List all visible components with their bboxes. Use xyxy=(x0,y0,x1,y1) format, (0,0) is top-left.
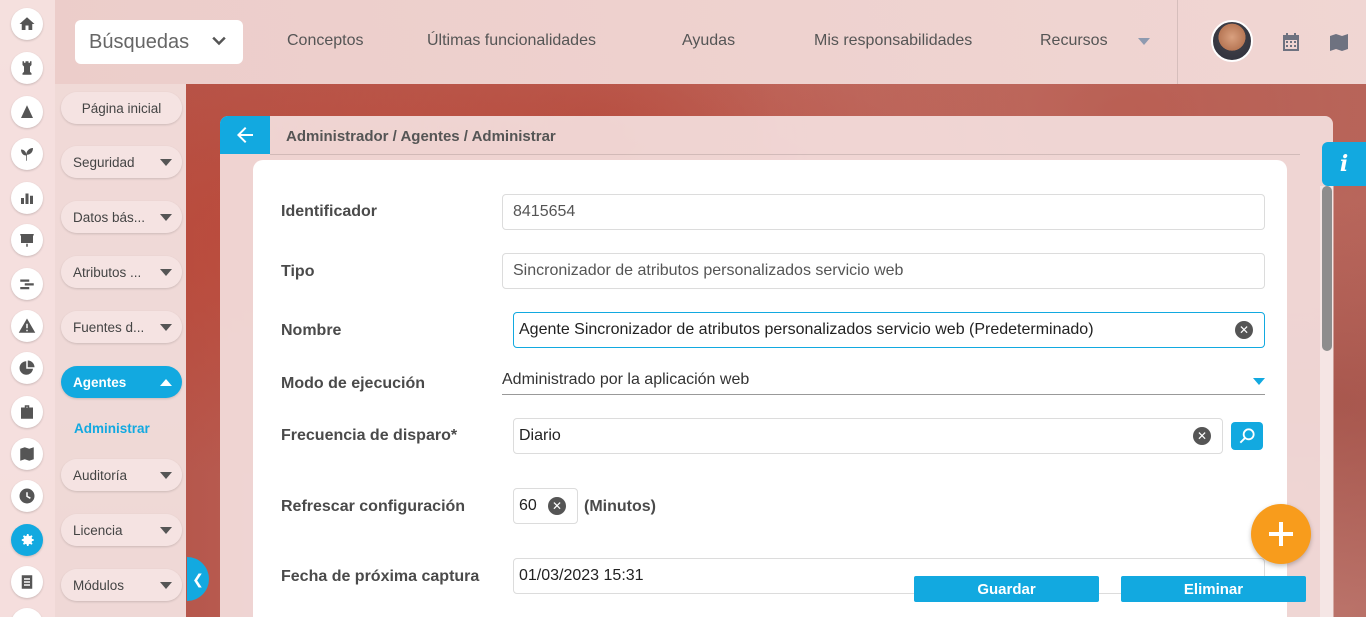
arrow-left-icon xyxy=(237,127,253,143)
tipo-field[interactable]: Sincronizador de atributos personalizado… xyxy=(502,253,1265,289)
clock-icon[interactable] xyxy=(11,480,43,512)
calendar-icon[interactable] xyxy=(1279,30,1303,54)
more-icon[interactable] xyxy=(11,608,43,617)
frecuencia-field[interactable]: Diario xyxy=(513,418,1223,454)
clear-icon[interactable]: ✕ xyxy=(1235,321,1253,339)
caret-down-icon xyxy=(160,269,172,276)
caret-down-icon xyxy=(160,582,172,589)
frecuencia-label: Frecuencia de disparo* xyxy=(281,427,458,444)
nav-recursos[interactable]: Recursos xyxy=(1040,32,1108,50)
sidebar-item-atributos[interactable]: Atributos ... xyxy=(61,256,182,288)
save-button[interactable]: Guardar xyxy=(914,576,1099,602)
map-icon[interactable] xyxy=(11,438,43,470)
clear-icon[interactable]: ✕ xyxy=(548,497,566,515)
sidebar-item-auditoria[interactable]: Auditoría xyxy=(61,459,182,491)
plus-icon xyxy=(1269,522,1293,546)
icon-rail xyxy=(0,0,55,617)
sidebar-subitem-administrar[interactable]: Administrar xyxy=(74,421,150,436)
divider xyxy=(1177,0,1178,84)
modo-ejecucion-select[interactable]: Administrado por la aplicación web xyxy=(502,371,1265,395)
process-lines-icon[interactable] xyxy=(11,268,43,300)
briefcase-icon[interactable] xyxy=(11,396,43,428)
chevron-down-icon xyxy=(212,36,226,46)
refrescar-field[interactable]: 60 xyxy=(513,488,578,524)
delete-button[interactable]: Eliminar xyxy=(1121,576,1306,602)
fecha-label: Fecha de próxima captura xyxy=(281,568,480,585)
refrescar-label: Refrescar configuración xyxy=(281,498,466,515)
caret-down-icon[interactable] xyxy=(1138,38,1150,45)
map-icon[interactable] xyxy=(1327,30,1351,54)
nav-ultimas-funcionalidades[interactable]: Últimas funcionalidades xyxy=(427,32,596,50)
sidebar-item-licencia[interactable]: Licencia xyxy=(61,514,182,546)
nav-ayudas[interactable]: Ayudas xyxy=(682,32,735,50)
refrescar-units: (Minutos) xyxy=(584,498,656,515)
caret-up-icon xyxy=(160,379,172,386)
search-icon xyxy=(1239,428,1255,444)
pyramid-icon[interactable] xyxy=(11,96,43,128)
sidebar-item-modulos[interactable]: Módulos xyxy=(61,569,182,601)
scrollbar-thumb[interactable] xyxy=(1322,186,1332,351)
bar-chart-icon[interactable] xyxy=(11,182,43,214)
sidebar-item-seguridad[interactable]: Seguridad xyxy=(61,146,182,178)
pie-chart-icon[interactable] xyxy=(11,352,43,384)
caret-down-icon xyxy=(160,214,172,221)
tipo-label: Tipo xyxy=(281,263,315,280)
info-button[interactable]: i xyxy=(1322,142,1366,186)
clear-icon[interactable]: ✕ xyxy=(1193,427,1211,445)
caret-down-icon xyxy=(160,324,172,331)
nav-conceptos[interactable]: Conceptos xyxy=(287,32,364,50)
chevron-left-icon: ❮ xyxy=(192,570,204,587)
caret-down-icon xyxy=(160,527,172,534)
sidebar-item-pagina-inicial[interactable]: Página inicial xyxy=(61,92,182,124)
caret-down-icon xyxy=(160,472,172,479)
search-label: Búsquedas xyxy=(89,30,190,53)
info-icon: i xyxy=(1339,151,1349,177)
nav-mis-responsabilidades[interactable]: Mis responsabilidades xyxy=(814,32,972,50)
breadcrumb: Administrador / Agentes / Administrar xyxy=(286,128,556,145)
divider xyxy=(270,154,1300,155)
warning-icon[interactable] xyxy=(11,310,43,342)
identificador-field[interactable]: 8415654 xyxy=(502,194,1265,230)
document-icon[interactable] xyxy=(11,566,43,598)
modo-ejecucion-label: Modo de ejecución xyxy=(281,375,426,392)
presentation-icon[interactable] xyxy=(11,224,43,256)
top-bar: Búsquedas Conceptos Últimas funcionalida… xyxy=(55,0,1366,84)
chess-rook-icon[interactable] xyxy=(11,52,43,84)
nombre-label: Nombre xyxy=(281,322,342,339)
search-dropdown[interactable]: Búsquedas xyxy=(75,20,243,64)
nombre-field[interactable]: Agente Sincronizador de atributos person… xyxy=(513,312,1265,348)
gear-icon[interactable] xyxy=(11,524,43,556)
avatar[interactable] xyxy=(1211,20,1253,62)
identificador-label: Identificador xyxy=(281,203,378,220)
home-icon[interactable] xyxy=(11,8,43,40)
caret-down-icon xyxy=(1253,378,1265,385)
sidebar-item-datos-basicos[interactable]: Datos bás... xyxy=(61,201,182,233)
caret-down-icon xyxy=(160,159,172,166)
lookup-button[interactable] xyxy=(1231,422,1263,450)
sidebar-item-agentes[interactable]: Agentes xyxy=(61,366,182,398)
add-button[interactable] xyxy=(1251,504,1311,564)
sprout-icon[interactable] xyxy=(11,138,43,170)
sidebar-item-fuentes[interactable]: Fuentes d... xyxy=(61,311,182,343)
back-button[interactable] xyxy=(220,116,270,154)
